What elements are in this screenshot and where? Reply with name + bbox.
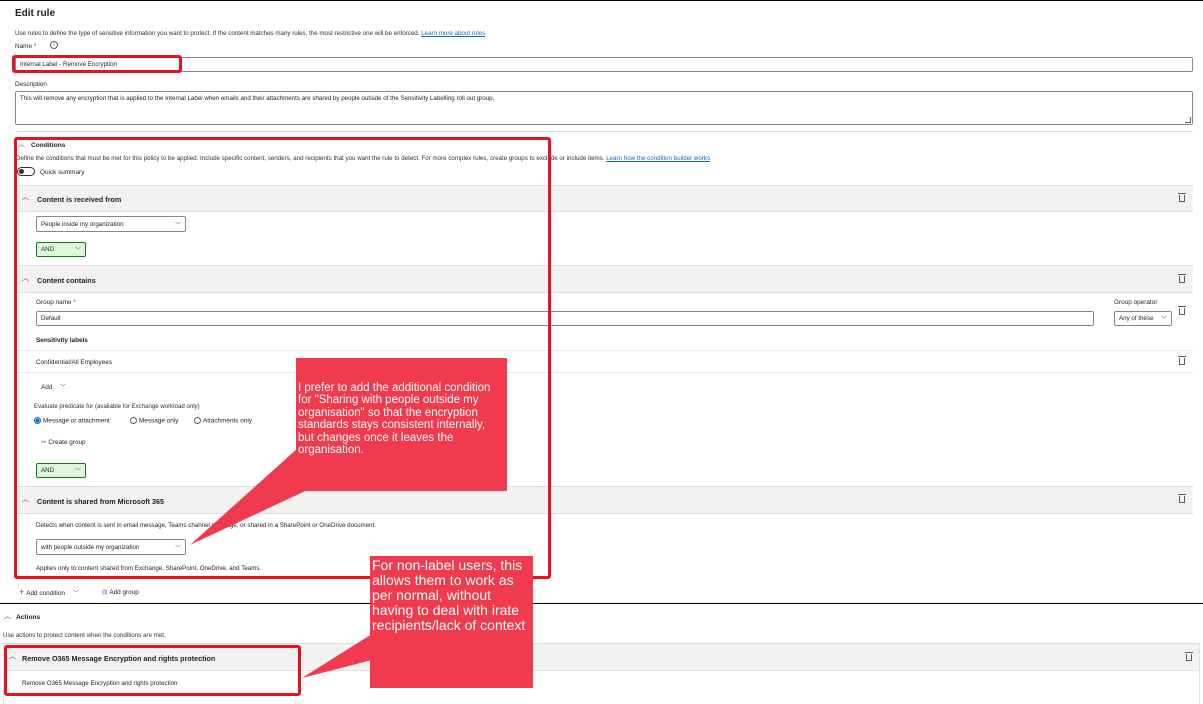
callout-first: I prefer to add the additional condition… — [296, 358, 507, 491]
callout-second-text: For non-label users, this allows them to… — [372, 557, 526, 633]
callout-pointer-2 — [302, 634, 372, 678]
callout-first-text: I prefer to add the additional condition… — [298, 382, 491, 457]
callout-pointers — [190, 448, 372, 678]
callout-second: For non-label users, this allows them to… — [370, 556, 533, 688]
